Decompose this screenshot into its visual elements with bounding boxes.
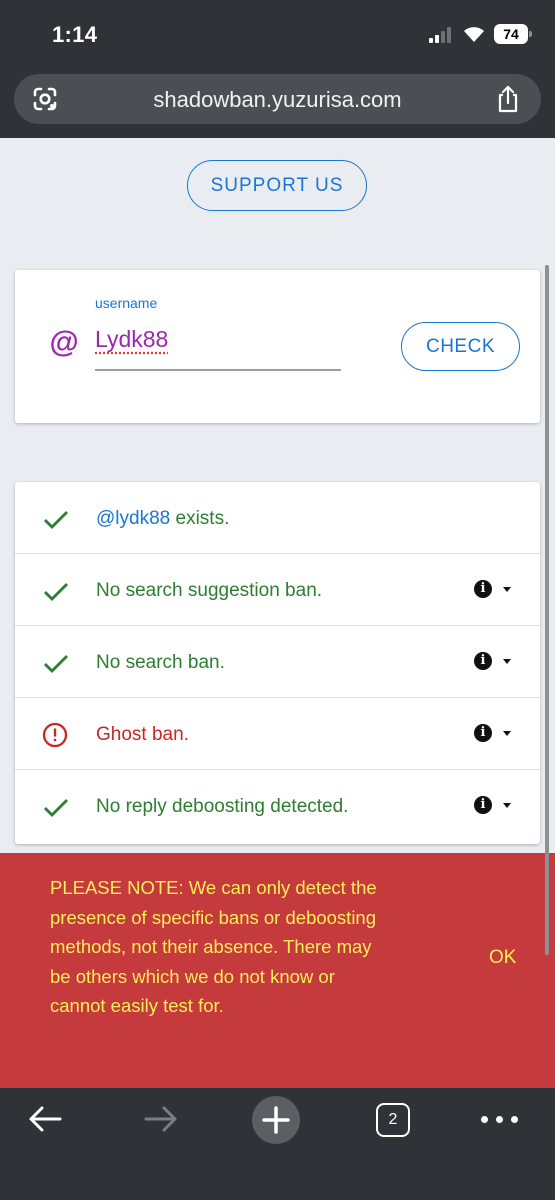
back-arrow-icon[interactable]	[27, 1104, 63, 1134]
result-row-search-suggestion[interactable]: No search suggestion ban. i	[15, 554, 540, 626]
username-input-underline	[95, 369, 341, 371]
support-us-button[interactable]: SUPPORT US	[187, 160, 367, 211]
browser-address-area: shadowban.yuzurisa.com	[0, 70, 555, 138]
result-handle[interactable]: @lydk88	[96, 508, 170, 529]
share-icon[interactable]	[495, 85, 521, 113]
notice-banner: PLEASE NOTE: We can only detect the pres…	[0, 853, 555, 1088]
info-icon[interactable]: i	[474, 796, 492, 814]
username-field-label: username	[95, 295, 158, 311]
info-icon[interactable]: i	[474, 652, 492, 670]
dropdown-caret-icon[interactable]	[503, 803, 511, 808]
more-icon[interactable]	[481, 1116, 521, 1126]
result-row-search-ban[interactable]: No search ban. i	[15, 626, 540, 698]
battery-icon: 74	[494, 24, 532, 44]
at-sign-icon: @	[49, 326, 79, 359]
results-list: @lydk88 exists. No search suggestion ban…	[15, 482, 540, 844]
forward-arrow-icon[interactable]	[143, 1104, 179, 1134]
address-bar[interactable]: shadowban.yuzurisa.com	[14, 74, 541, 124]
checkmark-icon	[44, 583, 68, 601]
error-icon	[42, 722, 68, 748]
plus-icon	[262, 1106, 290, 1134]
info-icon[interactable]: i	[474, 580, 492, 598]
username-input[interactable]: Lydk88	[95, 326, 168, 353]
result-text: No search suggestion ban.	[96, 580, 323, 601]
result-text: No search ban.	[96, 652, 225, 673]
signal-icon	[429, 27, 455, 43]
result-text: Ghost ban.	[96, 724, 189, 745]
checkmark-icon	[44, 655, 68, 673]
result-text: @lydk88 exists.	[96, 508, 230, 529]
info-icon[interactable]: i	[474, 724, 492, 742]
dropdown-caret-icon[interactable]	[503, 731, 511, 736]
tab-switcher-icon[interactable]: 2	[376, 1103, 410, 1137]
result-text: No reply deboosting detected.	[96, 796, 349, 817]
dropdown-caret-icon[interactable]	[503, 659, 511, 664]
checkmark-icon	[44, 799, 68, 817]
new-tab-icon[interactable]	[252, 1096, 300, 1144]
notice-ok-button[interactable]: OK	[489, 947, 516, 969]
dropdown-caret-icon[interactable]	[503, 587, 511, 592]
browser-toolbar: 2	[0, 1088, 555, 1200]
url-text[interactable]: shadowban.yuzurisa.com	[14, 87, 541, 113]
username-form-card: @ username Lydk88 CHECK	[15, 270, 540, 423]
status-time: 1:14	[52, 22, 98, 47]
result-row-reply-deboosting[interactable]: No reply deboosting detected. i	[15, 770, 540, 842]
notice-text: PLEASE NOTE: We can only detect the pres…	[50, 877, 377, 1017]
result-row-exists: @lydk88 exists.	[15, 482, 540, 554]
result-row-ghost-ban[interactable]: Ghost ban. i	[15, 698, 540, 770]
status-bar: 1:14 74	[0, 0, 555, 70]
scrollbar[interactable]	[545, 265, 549, 955]
check-button[interactable]: CHECK	[401, 322, 520, 371]
checkmark-icon	[44, 511, 68, 529]
wifi-icon	[464, 27, 484, 42]
